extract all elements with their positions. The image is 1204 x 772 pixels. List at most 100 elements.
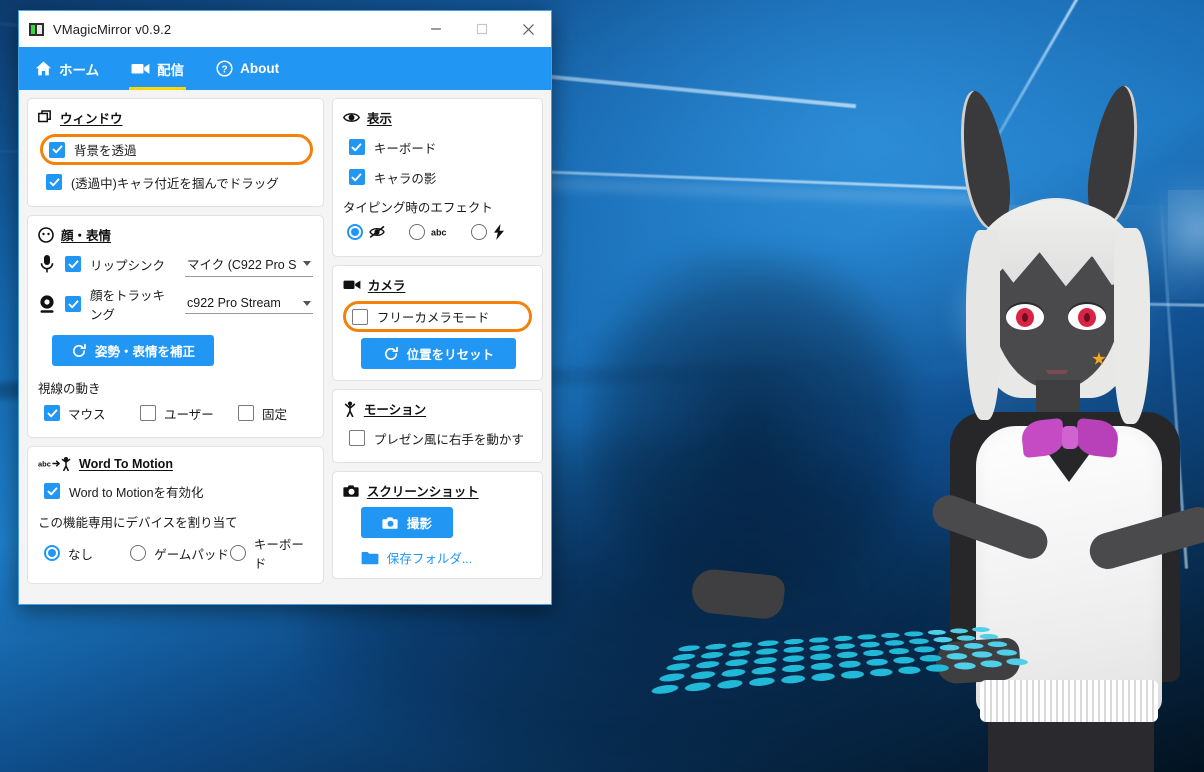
wtm-device-none-label: なし [68,547,94,562]
capture-button[interactable]: 撮影 [360,507,453,538]
presentation-motion-row[interactable]: プレゼン風に右手を動かす [343,425,532,451]
display-section: 表示 キーボード キャラの影 タイピング時のエフェクト abc [331,98,543,257]
gaze-options-row[interactable]: マウス ユーザー 固定 [38,400,313,426]
chevron-down-icon [302,300,311,306]
gaze-user-label: ユーザー [164,407,214,422]
camera-device-select[interactable]: c922 Pro Stream [185,294,313,314]
title-bar[interactable]: VMagicMirror v0.9.2 [19,11,551,47]
avatar-eye-left [1006,304,1044,330]
open-save-folder-link[interactable]: 保存フォルダ... [361,548,532,567]
calibrate-button[interactable]: 姿勢・表情を補正 [52,335,214,366]
gaze-fixed-checkbox[interactable] [238,405,254,421]
wtm-device-keyboard-option[interactable]: キーボード [229,534,313,572]
facetracking-label: 顔をトラッキング [90,289,166,322]
wtm-device-none-radio[interactable] [44,545,60,561]
wtm-enable-row[interactable]: Word to Motionを有効化 [38,478,313,504]
effect-text-radio[interactable] [408,224,425,240]
effect-lightning-option[interactable] [470,224,505,240]
wtm-device-gamepad-radio[interactable] [130,545,147,561]
maximize-button[interactable] [459,11,505,47]
microphone-device-select[interactable]: マイク (C922 Pro S [185,252,313,277]
tab-streaming-label: 配信 [157,62,185,78]
drag-character-label: (透過中)キャラ付近を掴んでドラッグ [71,176,279,191]
wtm-device-options-row[interactable]: なし ゲームパッド キーボード [38,534,313,572]
chevron-down-icon [302,260,311,266]
microphone-device-value: マイク (C922 Pro S [187,257,297,272]
tab-about-label: About [240,61,280,76]
motion-section-title: モーション [363,403,427,417]
gaze-mouse-checkbox[interactable] [44,405,60,421]
avatar-eye-right [1068,304,1106,330]
gaze-user-option[interactable]: ユーザー [140,404,238,423]
video-camera-icon [131,63,150,74]
lightning-icon [493,224,504,240]
transparent-background-highlight[interactable]: 背景を透過 [40,134,313,165]
drag-character-checkbox[interactable] [46,174,62,190]
display-shadow-checkbox[interactable] [348,169,365,185]
lipsync-row[interactable]: リップシンク マイク (C922 Pro S [38,251,313,277]
effect-lightning-radio[interactable] [470,224,487,240]
abc-to-person-icon: abc [38,457,71,471]
avatar-skirt [988,716,1154,772]
face-section: 顔・表情 リップシンク マイク (C922 Pro S 顔をトラッキング c92… [27,215,324,438]
gaze-user-checkbox[interactable] [140,405,156,421]
display-keyboard-row[interactable]: キーボード [343,134,532,160]
lipsync-label: リップシンク [90,258,166,273]
refresh-icon [384,346,398,360]
effect-none-radio[interactable] [346,224,363,240]
minimize-button[interactable] [413,11,459,47]
tab-streaming[interactable]: 配信 [115,47,200,90]
typing-effect-label: タイピング時のエフェクト [342,201,493,215]
wtm-device-none-option[interactable]: なし [44,544,130,563]
display-section-title: 表示 [366,112,392,126]
webcam-icon [40,295,54,313]
vmagicmirror-window[interactable]: VMagicMirror v0.9.2 ホーム 配信 ? About ウィンドウ… [18,10,552,605]
wtm-device-gamepad-option[interactable]: ゲームパッド [130,544,230,563]
home-icon [36,61,51,76]
avatar-hand-left [689,567,787,621]
window-controls[interactable] [413,11,551,47]
free-camera-highlight[interactable]: フリーカメラモード [342,301,532,332]
camera-device-value: c922 Pro Stream [187,296,281,310]
video-camera-icon [343,280,361,289]
display-shadow-row[interactable]: キャラの影 [343,164,532,190]
wtm-device-keyboard-radio[interactable] [229,545,246,561]
content-area: ウィンドウ 背景を透過 (透過中)キャラ付近を掴んでドラッグ 顔・表情 リップシ… [19,90,551,604]
calibrate-button-label: 姿勢・表情を補正 [94,345,195,359]
presentation-motion-label: プレゼン風に右手を動かす [373,432,524,447]
lipsync-checkbox[interactable] [65,256,81,272]
wtm-device-gamepad-label: ゲームパッド [154,547,229,562]
effect-none-option[interactable] [346,224,409,240]
tab-about[interactable]: ? About [200,47,295,90]
transparent-background-checkbox[interactable] [49,141,65,158]
tab-bar[interactable]: ホーム 配信 ? About [19,47,551,90]
drag-character-row[interactable]: (透過中)キャラ付近を掴んでドラッグ [40,169,313,195]
reset-camera-position-button[interactable]: 位置をリセット [360,338,516,369]
wtm-enable-label: Word to Motionを有効化 [69,485,204,500]
display-keyboard-checkbox[interactable] [348,139,365,155]
camera-section-header: カメラ [343,275,532,294]
camera-icon [382,516,398,529]
typing-effect-options-row[interactable]: abc [343,219,532,245]
close-button[interactable] [505,11,551,47]
windows-copy-icon [38,110,51,123]
screenshot-section: スクリーンショット 撮影 保存フォルダ... [331,471,543,579]
display-shadow-label: キャラの影 [373,171,437,186]
avatar-bowtie [1020,417,1120,459]
gaze-mouse-option[interactable]: マウス [44,404,140,423]
window-title: VMagicMirror v0.9.2 [53,21,172,37]
transparent-background-label: 背景を透過 [74,144,137,158]
gaze-fixed-option[interactable]: 固定 [238,404,287,423]
free-camera-checkbox[interactable] [351,308,368,325]
gaze-fixed-label: 固定 [262,407,288,422]
wtm-device-label: この機能専用にデバイスを割り当て [38,516,238,530]
presentation-motion-checkbox[interactable] [348,430,365,446]
effect-text-option[interactable]: abc [408,224,471,240]
folder-icon [361,551,379,564]
tab-home[interactable]: ホーム [19,47,115,90]
person-icon [344,401,356,417]
facetracking-checkbox[interactable] [65,296,81,312]
capture-button-label: 撮影 [406,517,432,531]
facetracking-row[interactable]: 顔をトラッキング c922 Pro Stream [38,285,313,323]
wtm-enable-checkbox[interactable] [44,483,60,499]
